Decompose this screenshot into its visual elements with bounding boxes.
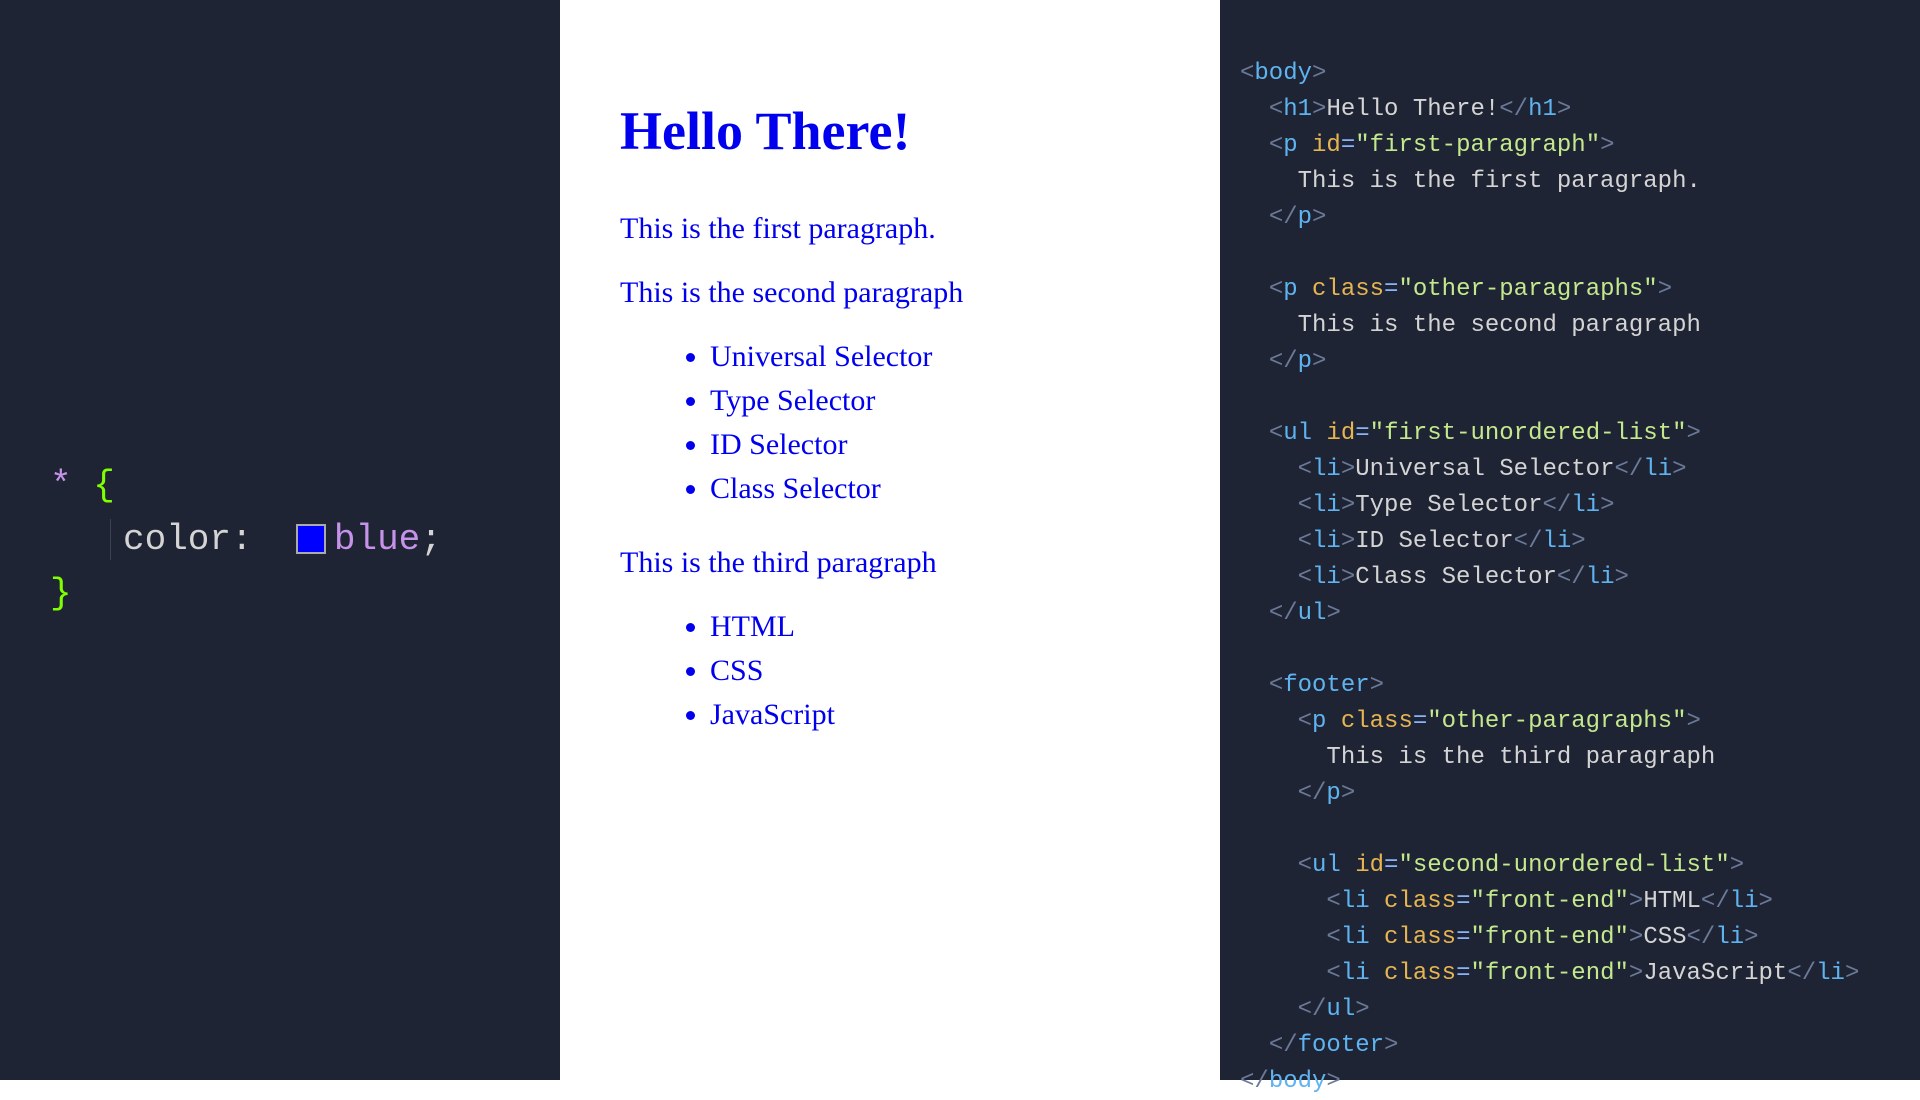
other-paragraphs-class: other-paragraphs [1442,708,1672,735]
front-end-class: front-end [1485,888,1615,915]
li-close-tag: li [1542,528,1571,555]
h1-close-tag: h1 [1528,96,1557,123]
second-paragraph: This is the second paragraph [620,276,1160,310]
p-open-tag: p [1283,132,1297,159]
css-semicolon: ; [420,519,442,560]
li-open-tag: li [1312,492,1341,519]
css-selector: * [50,465,72,506]
list-item: JavaScript [710,698,1160,732]
css-value: blue [334,519,420,560]
p-close-tag: p [1298,348,1312,375]
id-attr: id [1312,132,1341,159]
list-item: Type Selector [710,384,1160,418]
p-close-tag: p [1298,204,1312,231]
third-paragraph-text: This is the third paragraph [1326,744,1715,771]
footer-close-tag: footer [1298,1032,1384,1059]
li-close-tag: li [1730,888,1759,915]
other-paragraphs-class: other-paragraphs [1413,276,1643,303]
h1-text: Hello There! [1326,96,1499,123]
css-code-panel: * { color: blue; } [0,0,560,1080]
ul-open-tag: ul [1283,420,1312,447]
first-unordered-list: Universal Selector Type Selector ID Sele… [710,340,1160,506]
css-close-line: } [50,567,560,621]
li-open-tag: li [1312,564,1341,591]
html-code-panel: <body> <h1>Hello There!</h1> <p id="firs… [1220,0,1920,1080]
li-close-tag: li [1571,492,1600,519]
li-text: Class Selector [1355,564,1557,591]
ul-close-tag: ul [1298,600,1327,627]
class-attr: class [1341,708,1413,735]
first-paragraph-id: first-paragraph [1370,132,1586,159]
css-colon: : [231,519,253,560]
li-close-tag: li [1586,564,1615,591]
body-close-tag: body [1269,1068,1327,1095]
li-close-tag: li [1715,924,1744,951]
footer-open-tag: footer [1283,672,1369,699]
css-selector-line: * { [50,459,560,513]
li-text: CSS [1643,924,1686,951]
class-attr: class [1312,276,1384,303]
second-paragraph-text: This is the second paragraph [1298,312,1701,339]
css-rule: * { color: blue; } [50,459,560,621]
li-text: Universal Selector [1355,456,1614,483]
li-text: Type Selector [1355,492,1542,519]
page-heading: Hello There! [620,100,1160,162]
css-declaration-line: color: blue; [50,513,560,567]
second-unordered-list: HTML CSS JavaScript [710,610,1160,732]
list-item: CSS [710,654,1160,688]
li-open-tag: li [1341,924,1370,951]
p-close-tag: p [1326,780,1340,807]
class-attr: class [1384,888,1456,915]
ul-open-tag: ul [1312,852,1341,879]
list-item: ID Selector [710,428,1160,462]
id-attr: id [1355,852,1384,879]
css-property: color [123,519,231,560]
first-paragraph: This is the first paragraph. [620,212,1160,246]
class-attr: class [1384,960,1456,987]
list-item: Class Selector [710,472,1160,506]
li-text: HTML [1643,888,1701,915]
front-end-class: front-end [1485,960,1615,987]
first-paragraph-text: This is the first paragraph. [1298,168,1701,195]
first-ul-id: first-unordered-list [1384,420,1672,447]
li-text: ID Selector [1355,528,1513,555]
p-open-tag: p [1283,276,1297,303]
rendered-output-panel: Hello There! This is the first paragraph… [560,0,1220,1080]
li-open-tag: li [1341,888,1370,915]
li-close-tag: li [1816,960,1845,987]
list-item: HTML [710,610,1160,644]
third-paragraph: This is the third paragraph [620,546,1160,580]
li-open-tag: li [1341,960,1370,987]
list-item: Universal Selector [710,340,1160,374]
ul-close-tag: ul [1326,996,1355,1023]
id-attr: id [1326,420,1355,447]
h1-open-tag: h1 [1283,96,1312,123]
front-end-class: front-end [1485,924,1615,951]
p-open-tag: p [1312,708,1326,735]
body-open-tag: body [1254,60,1312,87]
class-attr: class [1384,924,1456,951]
css-close-brace: } [50,573,72,614]
li-open-tag: li [1312,456,1341,483]
li-open-tag: li [1312,528,1341,555]
css-open-brace: { [93,465,115,506]
color-swatch-icon [296,524,326,554]
li-text: JavaScript [1643,960,1787,987]
li-close-tag: li [1643,456,1672,483]
second-ul-id: second-unordered-list [1413,852,1715,879]
